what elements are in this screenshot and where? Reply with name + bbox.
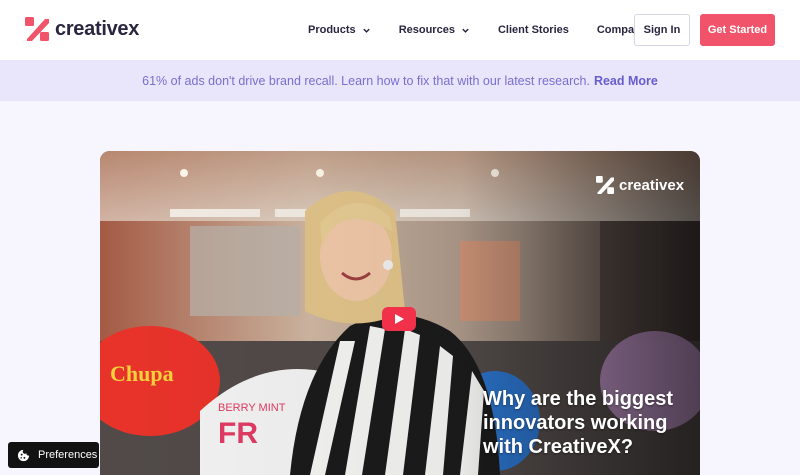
play-icon <box>395 314 404 324</box>
video-brand-logo: creativex <box>596 176 684 194</box>
nav-label: Products <box>308 24 356 36</box>
video-logo-text: creativex <box>619 176 685 194</box>
sign-in-button[interactable]: Sign In <box>634 14 690 46</box>
nav-label: Resources <box>398 24 455 36</box>
play-button[interactable] <box>382 307 416 331</box>
nav-client-stories[interactable]: Client Stories <box>498 24 569 36</box>
nav-products[interactable]: Products <box>308 24 371 36</box>
brand-name: creativex <box>55 17 140 40</box>
video-player[interactable]: Chupa BERRY MINT FR creativex Why are th… <box>100 151 700 475</box>
brand-logo[interactable]: creativex <box>25 17 139 41</box>
chevron-down-icon <box>462 28 469 33</box>
preferences-button[interactable]: Preferences <box>8 442 99 468</box>
x-logo-icon <box>25 17 49 41</box>
banner-text: 61% of ads don't drive brand recall. Lea… <box>142 73 590 88</box>
main-nav: Products Resources Client Stories Compan… <box>308 0 690 60</box>
get-started-button[interactable]: Get Started <box>700 14 775 46</box>
site-header: creativex Products Resources Client Stor… <box>0 0 800 60</box>
video-headline: Why are the biggest innovators working w… <box>483 388 674 458</box>
chevron-down-icon <box>362 28 370 33</box>
read-more-link[interactable]: Read More <box>594 74 658 88</box>
preferences-label: Preferences <box>38 449 98 461</box>
announcement-banner: 61% of ads don't drive brand recall. Lea… <box>0 60 800 101</box>
x-logo-icon <box>596 176 614 194</box>
cookie-icon <box>17 449 30 461</box>
nav-label: Client Stories <box>497 24 569 36</box>
nav-resources[interactable]: Resources <box>399 24 470 36</box>
